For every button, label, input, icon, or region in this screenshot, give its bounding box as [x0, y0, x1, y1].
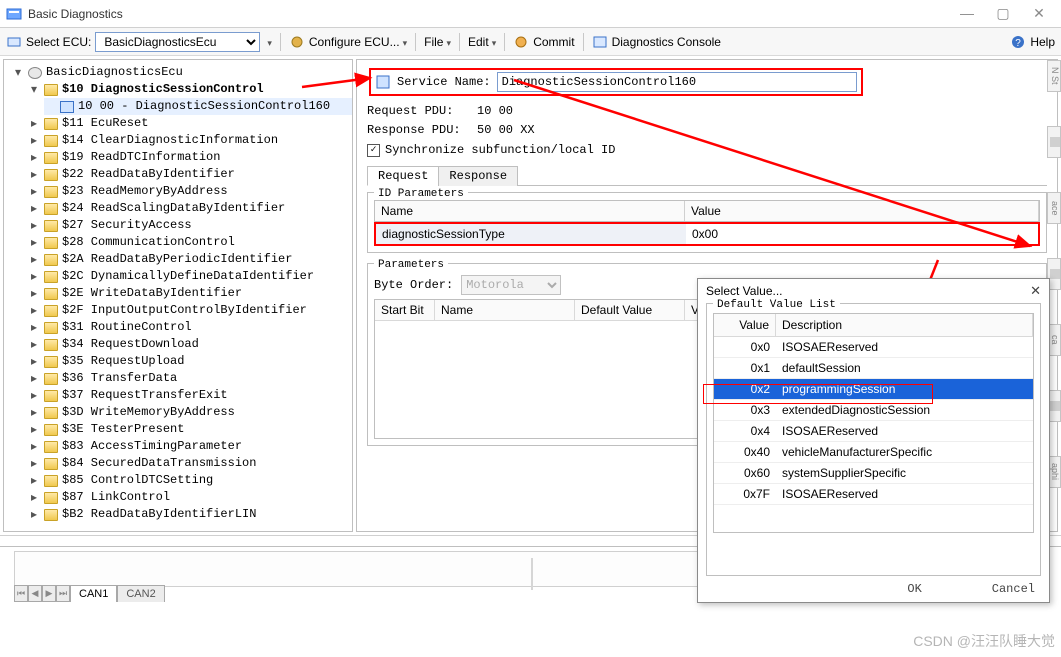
tree-service-23[interactable]: ▸$23 ReadMemoryByAddress: [28, 183, 352, 200]
value-row-0x3[interactable]: 0x3extendedDiagnosticSession: [714, 400, 1033, 421]
main-toolbar: Select ECU: BasicDiagnosticsEcu Configur…: [0, 28, 1061, 56]
commit-button[interactable]: Commit: [533, 35, 574, 49]
configure-ecu-menu[interactable]: Configure ECU...: [309, 35, 407, 49]
idparam-row-value[interactable]: 0x00: [686, 224, 1038, 244]
value-row-0x0[interactable]: 0x0ISOSAEReserved: [714, 337, 1033, 358]
tree-service-11[interactable]: ▸$11 EcuReset: [28, 115, 352, 132]
ecu-dropdown-arrow[interactable]: [264, 35, 272, 49]
tree-service-35[interactable]: ▸$35 RequestUpload: [28, 353, 352, 370]
service-tree[interactable]: ▾BasicDiagnosticsEcu ▾$10 DiagnosticSess…: [3, 59, 353, 532]
commit-icon: [513, 34, 529, 50]
tree-service-83[interactable]: ▸$83 AccessTimingParameter: [28, 438, 352, 455]
idparam-col-value: Value: [685, 201, 1039, 221]
id-parameters-legend: ID Parameters: [374, 188, 468, 200]
value-row-0x7F[interactable]: 0x7FISOSAEReserved: [714, 484, 1033, 505]
tree-service-14[interactable]: ▸$14 ClearDiagnosticInformation: [28, 132, 352, 149]
app-icon: [6, 6, 22, 22]
response-pdu-label: Response PDU:: [367, 123, 467, 137]
popup-col-desc: Description: [776, 314, 1033, 336]
tree-service-3D[interactable]: ▸$3D WriteMemoryByAddress: [28, 404, 352, 421]
value-row-0x60[interactable]: 0x60systemSupplierSpecific: [714, 463, 1033, 484]
bottom-tab-can1[interactable]: CAN1: [70, 585, 117, 602]
value-row-0x1[interactable]: 0x1defaultSession: [714, 358, 1033, 379]
service-name-label: Service Name:: [397, 75, 491, 89]
tree-service-2C[interactable]: ▸$2C DynamicallyDefineDataIdentifier: [28, 268, 352, 285]
idparam-row-name: diagnosticSessionType: [376, 224, 686, 244]
tree-service-24[interactable]: ▸$24 ReadScalingDataByIdentifier: [28, 200, 352, 217]
tree-service-37[interactable]: ▸$37 RequestTransferExit: [28, 387, 352, 404]
tab-response[interactable]: Response: [438, 166, 518, 186]
service-icon: [375, 74, 391, 90]
param-col-startbit: Start Bit: [375, 300, 435, 320]
tree-service-87[interactable]: ▸$87 LinkControl: [28, 489, 352, 506]
value-row-0x4[interactable]: 0x4ISOSAEReserved: [714, 421, 1033, 442]
svg-text:?: ?: [1016, 38, 1022, 49]
tab-nav-first[interactable]: ⏮: [14, 585, 28, 602]
ecu-icon: [6, 34, 22, 50]
popup-ok-button[interactable]: OK: [907, 582, 921, 596]
help-button[interactable]: Help: [1030, 35, 1055, 49]
tree-service-34[interactable]: ▸$34 RequestDownload: [28, 336, 352, 353]
tree-service-84[interactable]: ▸$84 SecuredDataTransmission: [28, 455, 352, 472]
tree-request-1000[interactable]: 10 00 - DiagnosticSessionControl160: [44, 98, 352, 115]
byte-order-label: Byte Order:: [374, 278, 453, 292]
console-icon: [592, 34, 608, 50]
bottom-tab-can2[interactable]: CAN2: [117, 585, 164, 602]
tree-service-22[interactable]: ▸$22 ReadDataByIdentifier: [28, 166, 352, 183]
tree-service-28[interactable]: ▸$28 CommunicationControl: [28, 234, 352, 251]
tree-service-19[interactable]: ▸$19 ReadDTCInformation: [28, 149, 352, 166]
value-row-0x2[interactable]: 0x2programmingSession: [714, 379, 1033, 400]
tree-root[interactable]: ▾BasicDiagnosticsEcu: [12, 64, 352, 81]
value-row-0x40[interactable]: 0x40vehicleManufacturerSpecific: [714, 442, 1033, 463]
tab-nav-prev[interactable]: ◀: [28, 585, 42, 602]
close-button[interactable]: ✕: [1026, 5, 1052, 22]
right-panel-0[interactable]: N St: [1047, 60, 1061, 92]
tree-service-10[interactable]: ▾$10 DiagnosticSessionControl: [28, 81, 352, 98]
ecu-select[interactable]: BasicDiagnosticsEcu: [95, 32, 260, 52]
request-pdu-label: Request PDU:: [367, 104, 467, 118]
select-ecu-label: Select ECU:: [26, 35, 91, 49]
configure-icon: [289, 34, 305, 50]
tab-request[interactable]: Request: [367, 166, 439, 186]
window-title: Basic Diagnostics: [28, 7, 954, 21]
right-panel-1[interactable]: [1047, 126, 1061, 158]
tree-service-2A[interactable]: ▸$2A ReadDataByPeriodicIdentifier: [28, 251, 352, 268]
right-panel-2[interactable]: ace: [1047, 192, 1061, 224]
select-value-popup: Select Value... ✕ Default Value List Val…: [697, 278, 1050, 603]
tree-service-3E[interactable]: ▸$3E TesterPresent: [28, 421, 352, 438]
watermark: CSDN @汪汪队睡大觉: [913, 631, 1055, 651]
tree-service-B2[interactable]: ▸$B2 ReadDataByIdentifierLIN: [28, 506, 352, 523]
minimize-button[interactable]: —: [954, 5, 980, 22]
service-name-input[interactable]: [497, 72, 857, 92]
file-menu[interactable]: File: [424, 35, 451, 49]
tab-nav-last[interactable]: ⏭: [56, 585, 70, 602]
popup-close-button[interactable]: ✕: [1030, 283, 1041, 299]
maximize-button[interactable]: ▢: [990, 5, 1016, 22]
response-pdu-value: 50 00 XX: [477, 123, 535, 137]
param-col-name: Name: [435, 300, 575, 320]
popup-col-value: Value: [714, 314, 776, 336]
parameters-legend: Parameters: [374, 259, 448, 271]
request-pdu-value: 10 00: [477, 104, 513, 118]
byte-order-select: Motorola: [461, 275, 561, 295]
diagnostics-console-button[interactable]: Diagnostics Console: [612, 35, 721, 49]
sync-subfunction-checkbox[interactable]: ✓Synchronize subfunction/local ID: [367, 143, 1047, 157]
idparam-col-name: Name: [375, 201, 685, 221]
popup-title: Select Value...: [706, 284, 1024, 298]
help-icon: ?: [1010, 34, 1026, 50]
tree-service-2E[interactable]: ▸$2E WriteDataByIdentifier: [28, 285, 352, 302]
title-bar: Basic Diagnostics — ▢ ✕: [0, 0, 1061, 28]
tree-service-2F[interactable]: ▸$2F InputOutputControlByIdentifier: [28, 302, 352, 319]
value-list-table[interactable]: Value Description 0x0ISOSAEReserved0x1de…: [713, 313, 1034, 533]
edit-menu[interactable]: Edit: [468, 35, 496, 49]
tree-service-36[interactable]: ▸$36 TransferData: [28, 370, 352, 387]
popup-cancel-button[interactable]: Cancel: [992, 582, 1035, 596]
idparam-row[interactable]: diagnosticSessionType 0x00: [374, 222, 1040, 246]
popup-legend: Default Value List: [713, 299, 840, 311]
param-col-default: Default Value: [575, 300, 685, 320]
tab-nav-next[interactable]: ▶: [42, 585, 56, 602]
tree-service-27[interactable]: ▸$27 SecurityAccess: [28, 217, 352, 234]
tree-service-31[interactable]: ▸$31 RoutineControl: [28, 319, 352, 336]
tree-service-85[interactable]: ▸$85 ControlDTCSetting: [28, 472, 352, 489]
